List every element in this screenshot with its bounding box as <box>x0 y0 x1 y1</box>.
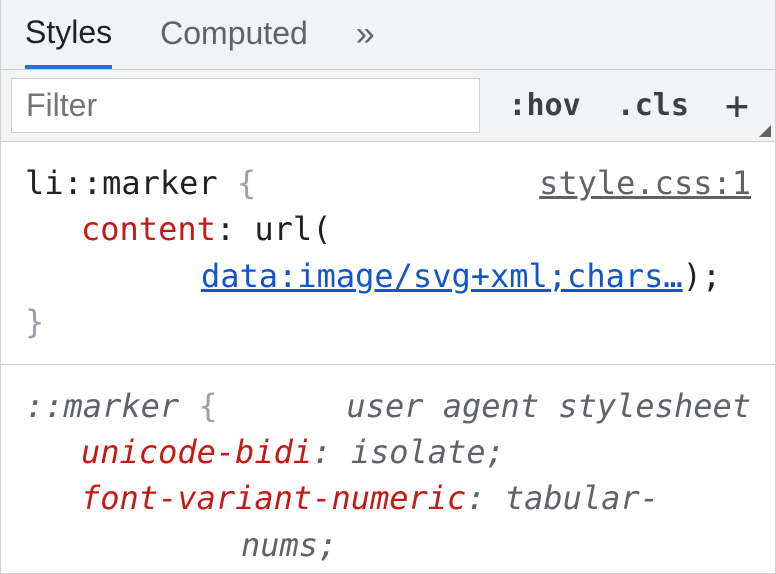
property-value: isolate; <box>351 433 505 471</box>
styles-toolbar: :hov .cls + <box>1 70 775 142</box>
tab-computed[interactable]: Computed <box>160 15 308 66</box>
plus-icon: + <box>725 83 749 129</box>
dropdown-corner-icon <box>759 125 771 137</box>
rule-header: li::marker { style.css:1 <box>25 160 751 206</box>
open-brace: { <box>198 387 217 425</box>
close-brace: } <box>25 568 751 573</box>
style-rule: li::marker { style.css:1 content: url( d… <box>1 142 775 365</box>
property-name: unicode-bidi <box>81 433 312 471</box>
new-style-rule-button[interactable]: + <box>707 70 775 141</box>
declaration[interactable]: content: url( data:image/svg+xml;chars…)… <box>81 206 751 299</box>
property-value-line1: tabular- <box>505 479 659 517</box>
selector[interactable]: li::marker <box>25 164 218 202</box>
property-value-line2: nums; <box>81 522 751 568</box>
url-link[interactable]: data:image/svg+xml;chars… <box>201 257 683 295</box>
declarations: unicode-bidi: isolate; font-variant-nume… <box>25 429 751 568</box>
filter-input-wrap <box>1 70 490 141</box>
property-value-prefix: url( <box>254 210 331 248</box>
hov-toggle[interactable]: :hov <box>490 70 598 141</box>
filter-input[interactable] <box>11 78 480 133</box>
close-brace: } <box>25 299 751 345</box>
property-name: font-variant-numeric <box>81 479 466 517</box>
declaration[interactable]: unicode-bidi: isolate; <box>81 429 751 475</box>
rules-list: li::marker { style.css:1 content: url( d… <box>1 142 775 573</box>
rule-header: ::marker { user agent stylesheet <box>25 383 751 429</box>
declarations: content: url( data:image/svg+xml;chars…)… <box>25 206 751 299</box>
open-brace: { <box>237 164 256 202</box>
styles-panel: Styles Computed » :hov .cls + li::marker… <box>0 0 776 574</box>
source-link[interactable]: style.css:1 <box>539 160 751 206</box>
tabbar: Styles Computed » <box>1 0 775 70</box>
declaration[interactable]: font-variant-numeric: tabular- nums; <box>81 475 751 568</box>
cls-toggle[interactable]: .cls <box>599 70 707 141</box>
source-label: user agent stylesheet <box>346 383 751 429</box>
style-rule: ::marker { user agent stylesheet unicode… <box>1 365 775 573</box>
property-value-suffix: ); <box>683 257 722 295</box>
tab-styles[interactable]: Styles <box>25 14 112 69</box>
tabs-overflow-button[interactable]: » <box>356 15 379 66</box>
selector[interactable]: ::marker <box>25 387 179 425</box>
property-name: content <box>81 210 216 248</box>
